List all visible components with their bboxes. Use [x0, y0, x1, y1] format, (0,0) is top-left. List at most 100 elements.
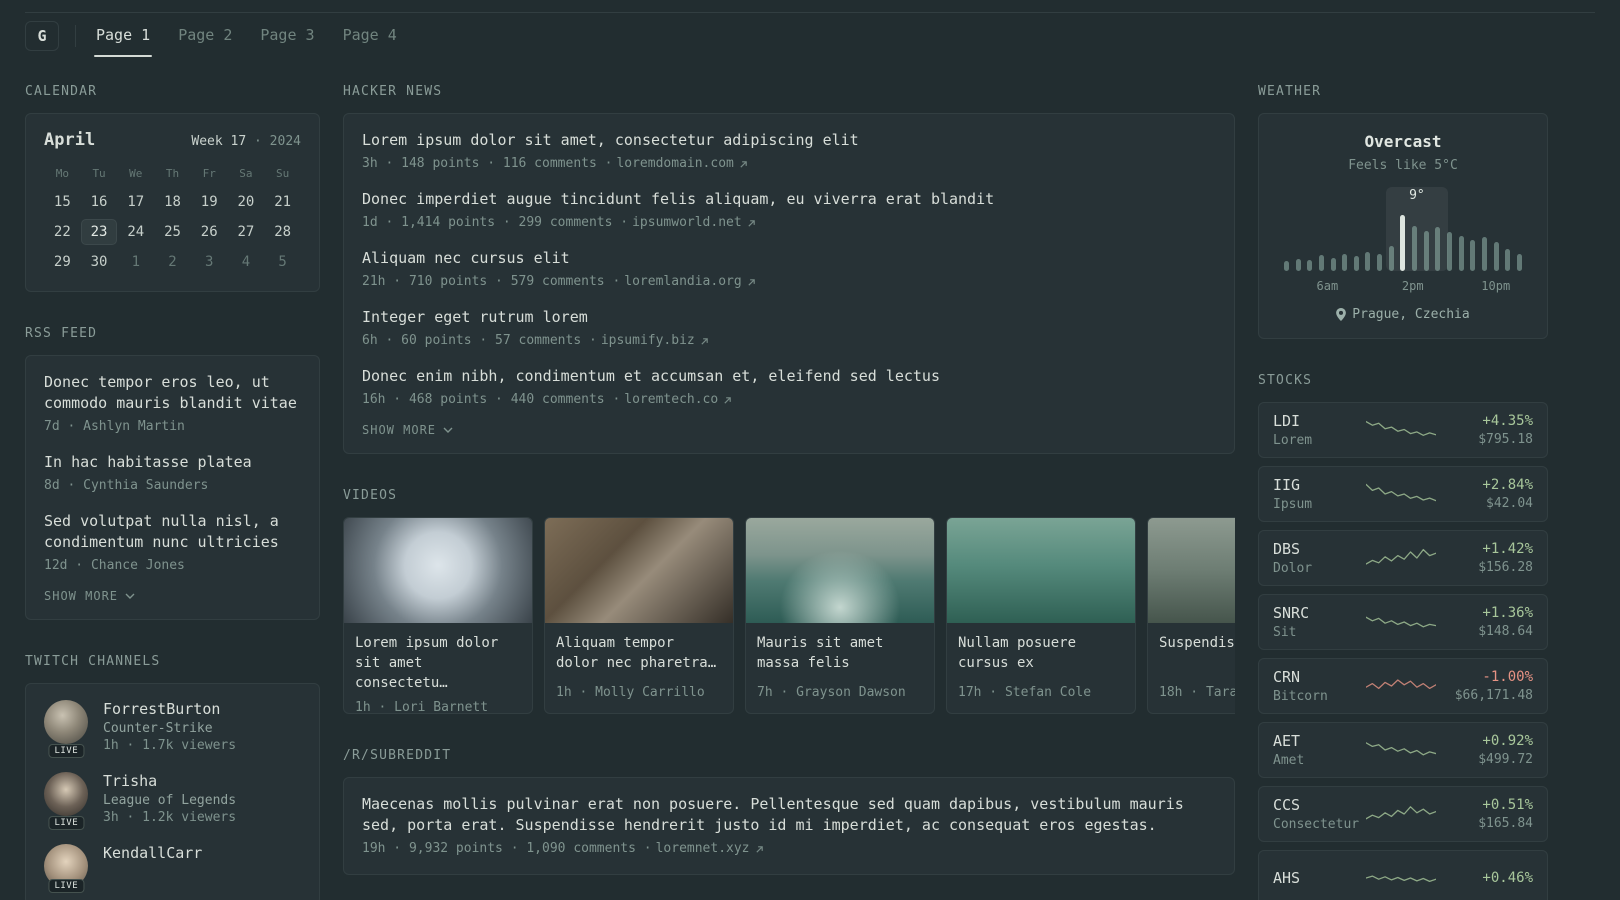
hn-show-more-button[interactable]: SHOW MORE: [362, 423, 453, 437]
weather-bar: [1330, 258, 1336, 271]
video-thumbnail: [545, 518, 733, 623]
tab-page-3[interactable]: Page 3: [258, 13, 316, 56]
show-more-label: SHOW MORE: [44, 589, 119, 603]
stock-row[interactable]: IIG Ipsum +2.84% $42.04: [1258, 466, 1548, 522]
calendar-day[interactable]: 15: [44, 189, 81, 215]
video-card[interactable]: Nullam posuere cursus ex 17h · Stefan Col…: [946, 517, 1136, 714]
stock-change: +1.42%: [1482, 541, 1533, 557]
calendar-day[interactable]: 21: [264, 189, 301, 215]
calendar-day[interactable]: 26: [191, 219, 228, 245]
stock-row[interactable]: SNRC Sit +1.36% $148.64: [1258, 594, 1548, 650]
source-link[interactable]: ipsumify.biz: [601, 332, 695, 350]
calendar-day[interactable]: 29: [44, 249, 81, 275]
hn-item[interactable]: Integer eget rutrum lorem 6h · 60 points …: [362, 307, 1216, 350]
video-info: Suspendisse diam 18h · Tara: [1148, 623, 1235, 713]
rss-show-more-button[interactable]: SHOW MORE: [44, 589, 135, 603]
calendar-day[interactable]: 27: [228, 219, 265, 245]
calendar-day[interactable]: 30: [81, 249, 118, 275]
video-card[interactable]: Mauris sit amet massa felis 7h · Grayson …: [745, 517, 935, 714]
hn-item[interactable]: Aliquam nec cursus elit 21h · 710 points …: [362, 248, 1216, 291]
hn-item-title: Lorem ipsum dolor sit amet, consectetur …: [362, 131, 859, 149]
stock-sparkline: [1365, 418, 1437, 442]
right-column: WEATHER Overcast Feels like 5°C 9° 6am 2p…: [1258, 84, 1548, 900]
stock-row[interactable]: CCS Consectetur +0.51% $165.84: [1258, 786, 1548, 842]
stock-name: Sit: [1273, 625, 1297, 640]
calendar-day[interactable]: 23: [80, 219, 118, 245]
twitch-channel-row[interactable]: LIVE ForrestBurton Counter-Strike 1h · 1.7k…: [44, 700, 301, 758]
calendar-week: Week 17: [191, 134, 247, 149]
source-link[interactable]: loremtech.co: [624, 391, 718, 409]
external-link-icon: [748, 278, 755, 286]
calendar-day[interactable]: 3: [191, 249, 228, 275]
stock-quote: +1.42% $156.28: [1437, 541, 1533, 575]
video-card[interactable]: Aliquam tempor dolor nec pharetra… 1h · M…: [544, 517, 734, 714]
subreddit-post[interactable]: Maecenas mollis pulvinar erat non posuer…: [362, 794, 1216, 858]
video-meta: 1h · Molly Carrillo: [556, 685, 705, 700]
source-link[interactable]: loremlandia.org: [624, 273, 741, 291]
item-meta: 19h · 9,932 points · 1,090 comments · lo…: [362, 840, 1216, 858]
twitch-channel-row[interactable]: LIVE Trisha League of Legends 3h · 1.2k vie…: [44, 772, 301, 830]
external-link-icon: [755, 845, 763, 853]
external-link-icon: [740, 160, 747, 168]
calendar-dow-label: We: [129, 167, 143, 180]
rss-item[interactable]: Donec tempor eros leo, ut commodo mauris…: [44, 372, 301, 436]
sparkline-chart: [1366, 806, 1436, 820]
item-meta: 6h · 60 points · 57 comments · ipsumify.…: [362, 332, 1216, 350]
calendar-day[interactable]: 22: [44, 219, 81, 245]
rss-item-title: Donec tempor eros leo, ut commodo mauris…: [44, 373, 297, 412]
stock-id: SNRC Sit: [1273, 604, 1365, 640]
tab-page-4[interactable]: Page 4: [341, 13, 399, 56]
stock-row[interactable]: AET Amet +0.92% $499.72: [1258, 722, 1548, 778]
stocks-list: LDI Lorem +4.35% $795.18 IIG Ipsum +2.84% $42.0…: [1258, 402, 1548, 900]
stock-quote: +0.46%: [1437, 870, 1533, 886]
rss-item[interactable]: Sed volutpat nulla nisl, a condimentum n…: [44, 511, 301, 575]
video-title: Aliquam tempor dolor nec pharetra…: [556, 635, 717, 671]
calendar-day[interactable]: 28: [264, 219, 301, 245]
stock-price: $148.64: [1478, 624, 1533, 639]
rss-item[interactable]: In hac habitasse platea 8d · Cynthia Saun…: [44, 452, 301, 495]
video-meta: 7h · Grayson Dawson: [757, 685, 906, 700]
stock-name: Dolor: [1273, 561, 1313, 576]
video-meta: 1h · Lori Barnett: [355, 700, 489, 714]
rss-card: Donec tempor eros leo, ut commodo mauris…: [25, 355, 320, 620]
weather-bar: [1458, 236, 1464, 271]
calendar-year: · 2024: [254, 134, 301, 149]
item-meta: 1d · 1,414 points · 299 comments · ipsum…: [362, 214, 1216, 232]
twitch-channel-row[interactable]: LIVE KendallCarr: [44, 844, 301, 893]
video-card[interactable]: Suspendisse diam 18h · Tara: [1147, 517, 1235, 714]
tab-page-1[interactable]: Page 1: [94, 13, 153, 57]
stock-symbol: SNRC: [1273, 604, 1310, 622]
hn-item[interactable]: Lorem ipsum dolor sit amet, consectetur …: [362, 130, 1216, 173]
source-link[interactable]: loremdomain.com: [616, 155, 733, 173]
calendar-day[interactable]: 20: [228, 189, 265, 215]
source-link[interactable]: ipsumworld.net: [632, 214, 742, 232]
stock-row[interactable]: DBS Dolor +1.42% $156.28: [1258, 530, 1548, 586]
calendar-day[interactable]: 25: [154, 219, 191, 245]
source-link[interactable]: loremnet.xyz: [656, 840, 750, 858]
hn-item[interactable]: Donec imperdiet augue tincidunt felis al…: [362, 189, 1216, 232]
weather-axis-label: 6am: [1316, 279, 1339, 293]
calendar-day[interactable]: 2: [154, 249, 191, 275]
channel-viewers: 1h · 1.7k viewers: [103, 738, 237, 753]
calendar-day[interactable]: 1: [117, 249, 154, 275]
hn-item[interactable]: Donec enim nibh, condimentum et accumsan…: [362, 366, 1216, 409]
calendar-day[interactable]: 4: [228, 249, 265, 275]
calendar-day[interactable]: 19: [191, 189, 228, 215]
channel-viewers: 3h · 1.2k viewers: [103, 810, 237, 825]
calendar-day[interactable]: 18: [154, 189, 191, 215]
stock-row[interactable]: CRN Bitcorn -1.00% $66,171.48: [1258, 658, 1548, 714]
calendar-day[interactable]: 17: [117, 189, 154, 215]
stock-row[interactable]: LDI Lorem +4.35% $795.18: [1258, 402, 1548, 458]
app-logo[interactable]: G: [25, 20, 59, 51]
calendar-day[interactable]: 5: [264, 249, 301, 275]
video-title: Suspendisse diam: [1159, 635, 1235, 651]
tab-page-2[interactable]: Page 2: [176, 13, 234, 56]
calendar-day[interactable]: 24: [117, 219, 154, 245]
stock-row[interactable]: AHS +0.46%: [1258, 850, 1548, 900]
video-thumbnail: [344, 518, 532, 623]
calendar-day[interactable]: 16: [81, 189, 118, 215]
video-card[interactable]: Lorem ipsum dolor sit amet consectetu… 1h…: [343, 517, 533, 714]
subreddit-card: Maecenas mollis pulvinar erat non posuer…: [343, 777, 1235, 875]
calendar-section-title: CALENDAR: [25, 84, 98, 99]
weather-bar: [1318, 255, 1324, 271]
